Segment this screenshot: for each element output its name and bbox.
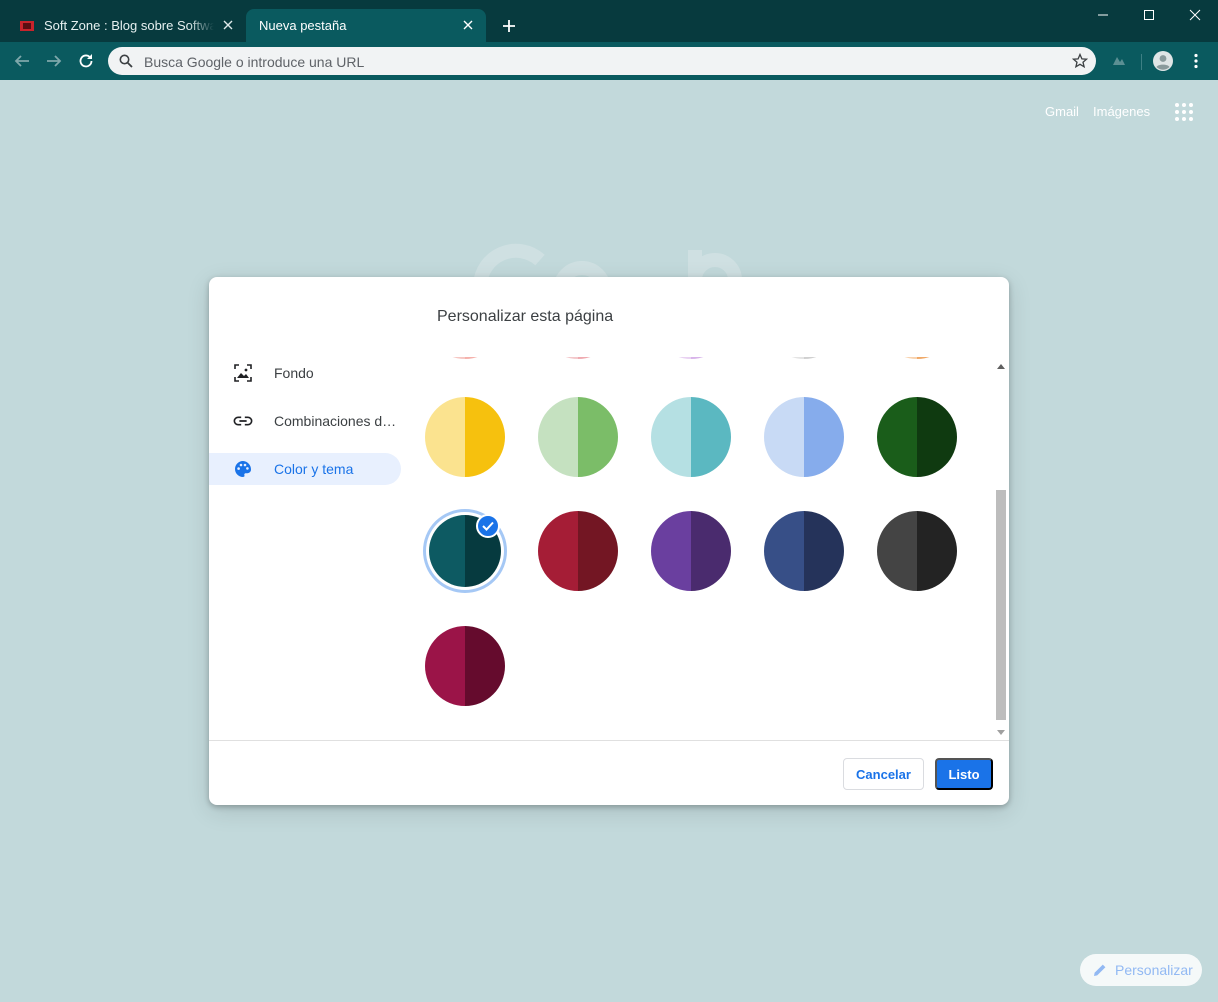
color-swatch[interactable] <box>877 511 957 591</box>
menu-button[interactable] <box>1185 50 1207 72</box>
more-vert-icon <box>1194 53 1198 69</box>
cancel-button[interactable]: Cancelar <box>843 758 924 790</box>
palette-icon <box>233 459 253 479</box>
browser-toolbar <box>0 42 1218 80</box>
forward-button[interactable] <box>43 50 65 72</box>
apps-grid-icon <box>1175 103 1193 121</box>
color-swatch[interactable] <box>538 511 618 591</box>
color-swatch[interactable] <box>651 357 731 359</box>
color-swatch[interactable] <box>538 397 618 477</box>
selected-check-icon <box>476 514 500 538</box>
site-favicon-icon <box>20 20 34 31</box>
reload-button[interactable] <box>75 50 97 72</box>
address-bar[interactable] <box>108 47 1096 75</box>
profile-button[interactable] <box>1152 50 1174 72</box>
minimize-button[interactable] <box>1080 4 1126 26</box>
google-apps-button[interactable] <box>1174 102 1194 122</box>
color-swatch-grid <box>401 357 991 740</box>
tab-new-tab[interactable]: Nueva pestaña <box>246 9 486 42</box>
maximize-icon <box>1144 10 1154 20</box>
toolbar-divider <box>1141 54 1142 70</box>
color-swatch[interactable] <box>877 397 957 477</box>
arrow-back-icon <box>14 55 29 67</box>
customize-button[interactable]: Personalizar <box>1080 954 1202 986</box>
cast-icon <box>1113 57 1125 65</box>
tab-title: Nueva pestaña <box>259 18 347 33</box>
images-link[interactable]: Imágenes <box>1093 104 1150 119</box>
customize-dialog: Personalizar esta página Fondo Combinaci… <box>209 277 1009 805</box>
scroll-up-icon[interactable] <box>996 361 1006 371</box>
close-window-button[interactable] <box>1172 4 1218 26</box>
tab-soft-zone[interactable]: Soft Zone : Blog sobre Software y Apps <box>12 9 246 42</box>
color-swatch[interactable] <box>425 357 505 359</box>
customize-label: Personalizar <box>1115 962 1193 978</box>
color-swatch[interactable] <box>425 626 505 706</box>
bookmark-star-icon[interactable] <box>1072 53 1088 69</box>
close-tab-icon[interactable] <box>460 17 476 33</box>
reload-icon <box>79 54 93 68</box>
color-swatch[interactable] <box>877 357 957 359</box>
color-swatch[interactable] <box>425 397 505 477</box>
image-icon <box>233 363 253 383</box>
color-swatch[interactable] <box>764 511 844 591</box>
gmail-link[interactable]: Gmail <box>1045 104 1079 119</box>
dialog-divider <box>209 740 1009 741</box>
link-icon <box>233 411 253 431</box>
nav-item-label: Fondo <box>274 365 314 381</box>
close-icon <box>1189 9 1201 21</box>
back-button[interactable] <box>11 50 33 72</box>
color-swatch[interactable] <box>651 511 731 591</box>
arrow-forward-icon <box>47 55 62 67</box>
color-swatch[interactable] <box>651 397 731 477</box>
nav-item-shortcuts[interactable]: Combinaciones de teclas <box>209 405 401 437</box>
nav-item-background[interactable]: Fondo <box>209 357 401 389</box>
search-icon <box>119 54 133 68</box>
plus-icon <box>503 20 515 32</box>
title-bar: Soft Zone : Blog sobre Software y Apps N… <box>0 0 1218 42</box>
avatar-icon <box>1153 51 1173 71</box>
omnibox-input[interactable] <box>142 51 1046 73</box>
scroll-down-icon[interactable] <box>996 727 1006 737</box>
scrollbar-thumb[interactable] <box>996 490 1006 720</box>
nav-item-label: Combinaciones de teclas <box>274 413 400 429</box>
color-swatch[interactable] <box>764 357 844 359</box>
close-tab-icon[interactable] <box>220 17 236 33</box>
color-swatch[interactable] <box>764 397 844 477</box>
dialog-title: Personalizar esta página <box>437 308 614 325</box>
color-swatch[interactable] <box>538 357 618 359</box>
maximize-button[interactable] <box>1126 4 1172 26</box>
nav-item-color-theme[interactable]: Color y tema <box>209 453 401 485</box>
extension-button[interactable] <box>1108 50 1130 72</box>
dialog-scrollbar[interactable] <box>993 357 1007 740</box>
new-tab-button[interactable] <box>498 15 520 37</box>
nav-item-label: Color y tema <box>274 461 354 477</box>
minimize-icon <box>1098 14 1108 16</box>
done-button[interactable]: Listo <box>935 758 993 790</box>
tab-title: Soft Zone : Blog sobre Software y Apps <box>44 18 214 33</box>
pencil-icon <box>1094 964 1106 976</box>
